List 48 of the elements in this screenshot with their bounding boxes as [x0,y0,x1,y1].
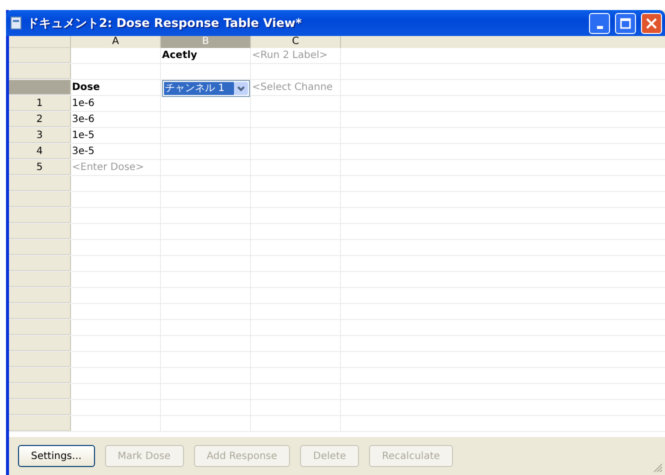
row-header[interactable]: 3 [9,128,71,143]
row-header[interactable] [9,208,71,223]
row-header[interactable]: 5 [9,160,71,175]
row-header[interactable] [9,272,71,287]
row-header[interactable]: 1 [9,96,71,111]
row-header[interactable] [9,256,71,271]
close-icon [646,18,657,28]
row-header[interactable] [9,384,71,399]
window-title: ドキュメント2: Dose Response Table View* [27,14,303,32]
row-header[interactable] [9,336,71,351]
placeholder-cell[interactable]: <Enter Dose> [71,160,161,175]
cell-text: 1e-5 [72,130,94,141]
row-header[interactable] [9,416,71,431]
corner-header [9,36,71,48]
column-header[interactable]: C [251,36,341,48]
row-header[interactable] [9,48,71,63]
row-header[interactable] [9,176,71,191]
row-header[interactable] [9,400,71,415]
row-header[interactable]: 4 [9,144,71,159]
row-header[interactable] [9,240,71,255]
row-header[interactable] [9,80,71,95]
row-header[interactable] [9,64,71,79]
action-button[interactable]: Settings... [18,445,95,467]
row-header[interactable] [9,304,71,319]
row-header[interactable] [9,288,71,303]
placeholder-cell[interactable]: <Select Channe [251,80,341,95]
row-header[interactable] [9,368,71,383]
cell-text: 3e-5 [72,146,94,157]
row-header[interactable]: 2 [9,112,71,127]
minimize-button[interactable] [589,12,610,34]
row-header[interactable] [9,320,71,335]
cell-text: Dose [72,82,100,93]
close-button[interactable] [641,12,662,34]
maximize-icon [620,18,631,28]
cell-text: 1e-6 [72,98,94,109]
cell-text: Acetly [162,50,198,61]
cell-text: 3e-6 [72,114,94,125]
document-icon [10,16,22,30]
minimize-icon [596,26,602,28]
channel-dropdown[interactable]: チャンネル 1 [162,80,250,97]
column-header[interactable]: A [71,36,161,48]
row-header[interactable] [9,192,71,207]
row-header[interactable] [9,352,71,367]
placeholder-cell[interactable]: <Run 2 Label> [251,48,341,63]
caret-icon [237,86,245,92]
resize-grip-icon[interactable] [653,463,663,473]
row-header[interactable] [9,224,71,239]
maximize-button[interactable] [615,12,636,34]
